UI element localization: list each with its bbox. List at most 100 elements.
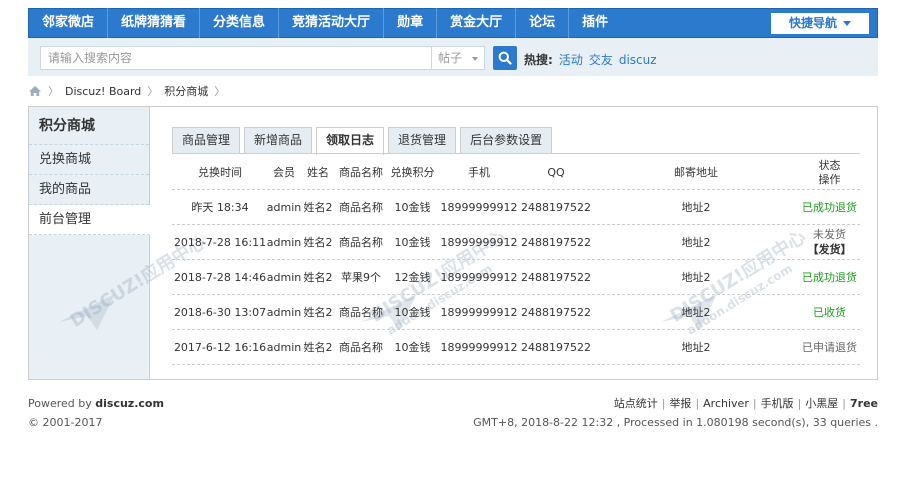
table-row: 2018-6-30 13:07 admin 姓名2 商品名称 10金钱 1899…: [172, 295, 860, 330]
copyright: © 2001-2017: [28, 416, 103, 429]
tab-add-goods[interactable]: 新增商品: [244, 127, 313, 154]
hot-search-label: 热搜:: [524, 53, 553, 67]
nav-item-medals[interactable]: 勋章: [384, 8, 438, 38]
status-text: 已成功退货: [802, 200, 857, 214]
header-product: 商品名称: [339, 166, 383, 179]
footer-link-report[interactable]: 举报: [669, 397, 691, 410]
hot-link-friends[interactable]: 交友: [589, 53, 613, 67]
footer-separator: |: [752, 397, 757, 410]
header-status-label: 状态: [818, 159, 841, 172]
cell-member: admin: [266, 200, 302, 214]
breadcrumb-separator: 〉: [48, 85, 59, 98]
footer-separator: |: [661, 397, 666, 410]
search-button[interactable]: [493, 46, 517, 70]
footer-links: 站点统计 | 举报 | Archiver | 手机版 | 小黑屋 | 7ree: [473, 394, 878, 413]
hot-search: 热搜: 活动 交友 discuz: [524, 51, 657, 68]
footer-separator: |: [842, 397, 846, 410]
cell-qq: 2488197522: [521, 235, 591, 249]
nav-item-plugins[interactable]: 插件: [569, 8, 621, 38]
cell-address: 地址2: [681, 306, 711, 319]
cell-address: 地址2: [681, 236, 711, 249]
cell-points: 10金钱: [394, 341, 431, 354]
footer-separator: |: [797, 397, 802, 410]
breadcrumb-separator: 〉: [214, 85, 226, 98]
cell-status: 已成功退货: [799, 260, 860, 294]
powered-by: Powered by discuz.com: [28, 394, 164, 413]
nav-item-forum[interactable]: 论坛: [516, 8, 570, 38]
cell-qq: 2488197522: [521, 305, 591, 319]
table-row: 2018-7-28 16:11 admin 姓名2 商品名称 10金钱 1899…: [172, 225, 860, 260]
main-panel: 积分商城 兑换商城 我的商品 前台管理 DISCUZ!应用中心 DISCUZ!应…: [28, 106, 878, 380]
tab-backend-settings[interactable]: 后台参数设置: [460, 127, 553, 154]
cell-name: 姓名2: [303, 201, 333, 214]
hot-link-activity[interactable]: 活动: [559, 53, 583, 67]
cell-product: 商品名称: [339, 306, 383, 319]
table-row: 2017-6-12 16:16 admin 姓名2 商品名称 10金钱 1899…: [172, 330, 860, 365]
quick-nav-button[interactable]: 快捷导航: [771, 13, 869, 34]
cell-name: 姓名2: [303, 236, 333, 249]
search-bar: 请输入搜索内容 帖子 热搜: 活动 交友 discuz: [28, 38, 878, 76]
sidebar-item-exchange[interactable]: 兑换商城: [29, 145, 149, 175]
breadcrumb-board[interactable]: Discuz! Board: [65, 85, 141, 98]
sidebar-item-my-goods[interactable]: 我的商品: [29, 175, 149, 205]
cell-address: 地址2: [681, 341, 711, 354]
cell-qq: 2488197522: [521, 270, 591, 284]
powered-brand-link[interactable]: discuz.com: [95, 397, 164, 410]
cell-phone: 18999999912: [440, 270, 518, 284]
cell-phone: 18999999912: [440, 305, 518, 319]
sidebar-title: 积分商城: [29, 107, 149, 145]
cell-points: 10金钱: [394, 306, 431, 319]
footer-left: Powered by discuz.com © 2001-2017: [28, 394, 164, 432]
footer-brand[interactable]: 7ree: [850, 397, 878, 410]
footer-link-mobile[interactable]: 手机版: [761, 397, 794, 410]
status-text: 已收货: [813, 305, 846, 319]
cell-status: 已成功退货: [799, 190, 860, 224]
cell-member: admin: [266, 270, 302, 284]
cell-qq: 2488197522: [521, 340, 591, 354]
breadcrumb: 〉 Discuz! Board 〉 积分商城 〉: [28, 84, 231, 98]
nav-item-weidian[interactable]: 邻家微店: [29, 8, 109, 38]
tab-goods-manage[interactable]: 商品管理: [172, 127, 241, 154]
header-address: 邮寄地址: [674, 166, 718, 179]
home-icon[interactable]: [28, 85, 42, 97]
chevron-down-icon: [843, 21, 851, 26]
cell-product: 商品名称: [339, 341, 383, 354]
cell-member: admin: [266, 235, 302, 249]
footer-right: 站点统计 | 举报 | Archiver | 手机版 | 小黑屋 | 7ree GMT+8, 201…: [473, 394, 878, 432]
cell-qq: 2488197522: [521, 200, 591, 214]
footer-link-blacklist[interactable]: 小黑屋: [805, 397, 838, 410]
header-points: 兑换积分: [390, 166, 435, 179]
search-type-select[interactable]: 帖子: [432, 46, 485, 70]
footer-link-stats[interactable]: 站点统计: [614, 397, 658, 410]
breadcrumb-mall[interactable]: 积分商城: [164, 83, 208, 99]
log-table: 兑换时间 会员 姓名 商品名称 兑换积分 手机 QQ 邮寄地址 状态 操作 昨天…: [172, 157, 860, 365]
header-phone: 手机: [468, 166, 490, 179]
cell-address: 地址2: [681, 271, 711, 284]
hot-link-discuz[interactable]: discuz: [619, 53, 657, 67]
nav-item-bounty[interactable]: 赏金大厅: [437, 8, 517, 38]
top-nav: 邻家微店 纸牌猜猜看 分类信息 竞猜活动大厅 勋章 赏金大厅 论坛 插件 快捷导…: [28, 8, 878, 38]
tab-bar: 商品管理 新增商品 领取日志 退货管理 后台参数设置: [172, 127, 556, 155]
table-header: 兑换时间 会员 姓名 商品名称 兑换积分 手机 QQ 邮寄地址 状态 操作: [172, 157, 860, 190]
cell-name: 姓名2: [303, 271, 333, 284]
status-text: 未发货: [813, 228, 846, 241]
nav-item-card-guess[interactable]: 纸牌猜猜看: [108, 8, 201, 38]
cell-status: 已收货: [799, 295, 860, 329]
cell-phone: 18999999912: [440, 200, 518, 214]
footer-stats: GMT+8, 2018-8-22 12:32 , Processed in 1.…: [473, 416, 878, 429]
tab-returns-manage[interactable]: 退货管理: [388, 127, 457, 154]
nav-item-quiz-hall[interactable]: 竞猜活动大厅: [279, 8, 385, 38]
search-input[interactable]: 请输入搜索内容: [40, 46, 432, 70]
footer-link-archiver[interactable]: Archiver: [703, 397, 749, 410]
tab-claim-log[interactable]: 领取日志: [316, 127, 385, 155]
footer-separator: |: [695, 397, 700, 410]
nav-item-classified[interactable]: 分类信息: [200, 8, 280, 38]
ship-button[interactable]: 【发货】: [808, 242, 852, 257]
header-qq: QQ: [547, 166, 565, 179]
cell-time: 2018-7-28 16:11: [173, 235, 267, 249]
table-row: 2018-7-28 14:46 admin 姓名2 苹果9个 12金钱 1899…: [172, 260, 860, 295]
sidebar-item-frontend-admin[interactable]: 前台管理: [29, 205, 150, 235]
cell-time: 2017-6-12 16:16: [173, 340, 267, 354]
cell-product: 商品名称: [339, 236, 383, 249]
cell-points: 10金钱: [394, 236, 431, 249]
